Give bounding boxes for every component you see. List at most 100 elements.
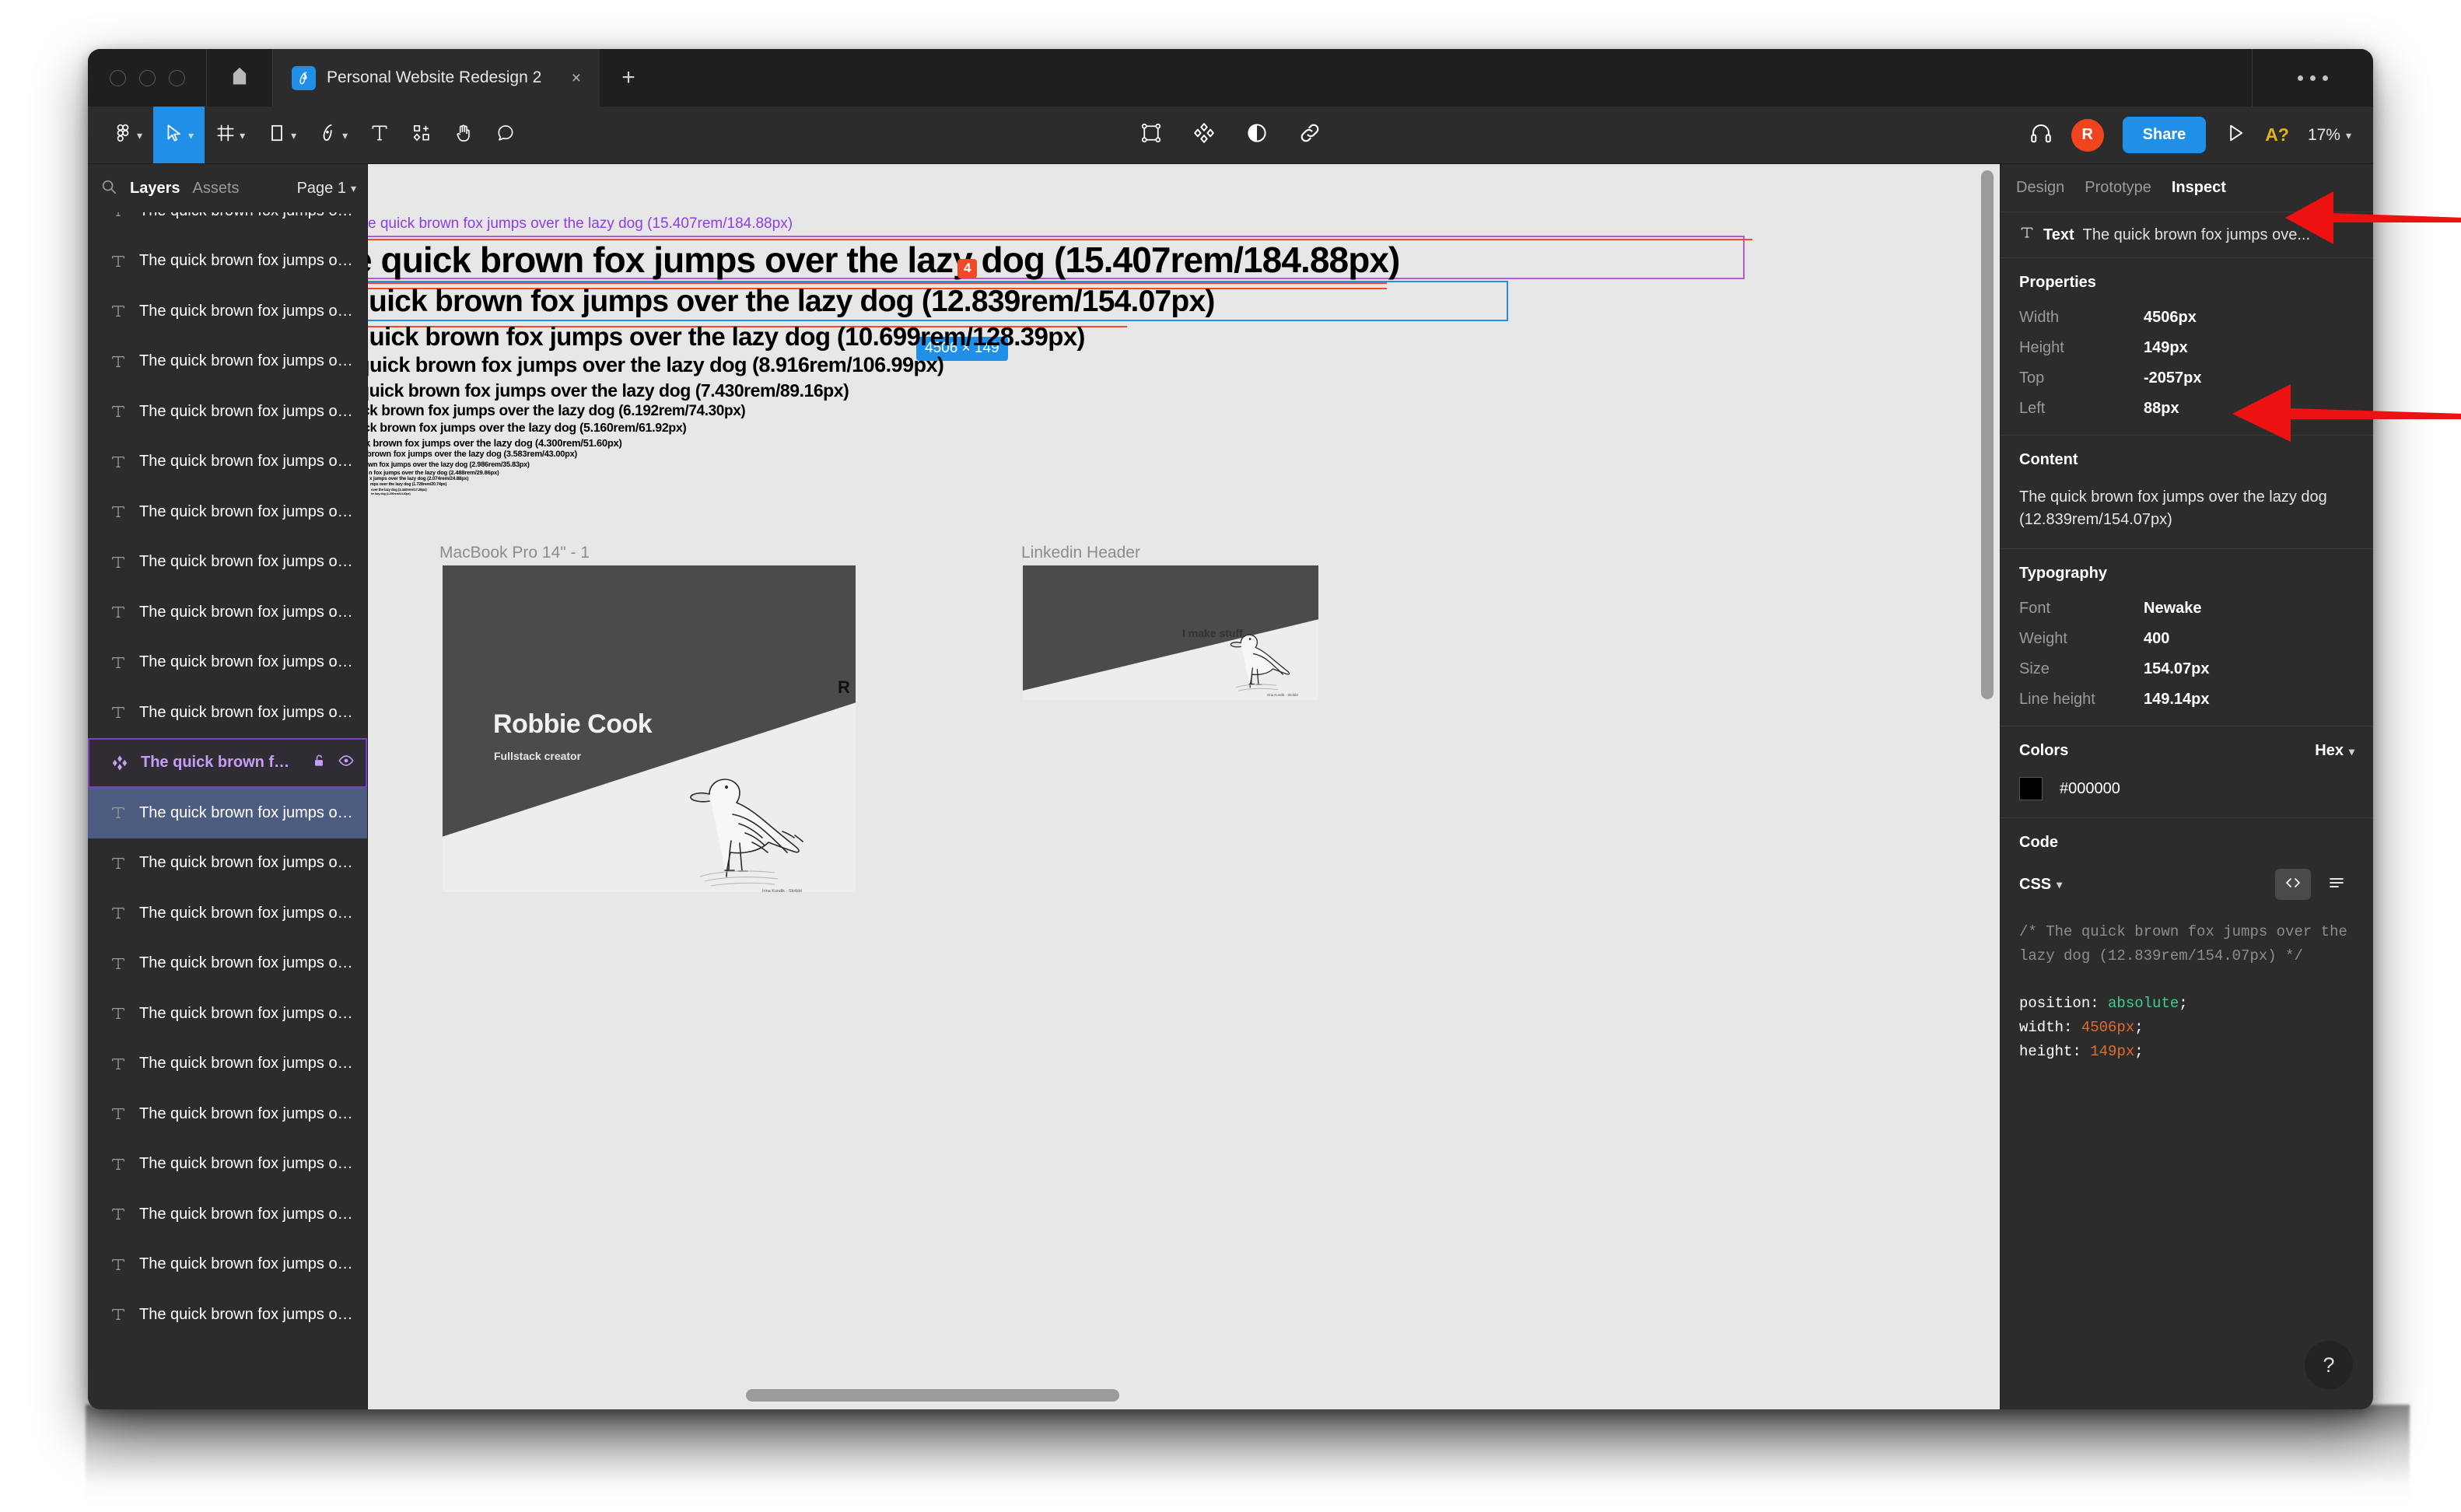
type-specimen-43[interactable]: brown fox jumps over the lazy dog (3.583… — [368, 450, 577, 459]
tab-layers[interactable]: Layers — [130, 180, 180, 198]
code-snippet[interactable]: /* The quick brown fox jumps over the la… — [2019, 920, 2354, 1064]
design-canvas[interactable]: e quick brown fox jumps over the lazy do… — [368, 164, 2000, 1409]
close-window-button[interactable] — [110, 69, 126, 86]
type-specimen-128[interactable]: quick brown fox jumps over the lazy dog … — [368, 322, 1085, 352]
type-specimen-30[interactable]: n fox jumps over the lazy dog (2.488rem/… — [369, 469, 499, 476]
frame-label-macbook[interactable]: MacBook Pro 14" - 1 — [439, 544, 590, 562]
property-value[interactable]: -2057px — [2144, 369, 2202, 387]
property-value[interactable]: 88px — [2144, 400, 2179, 418]
frame-label-linkedin[interactable]: Linkedin Header — [1021, 544, 1140, 562]
layer-row[interactable]: The quick brown fox jumps over th... — [88, 236, 367, 287]
typography-value[interactable]: Newake — [2144, 600, 2202, 618]
layer-name: The quick brown fox jumps over th... — [139, 904, 356, 922]
type-specimen-89[interactable]: quick brown fox jumps over the lazy dog … — [368, 380, 849, 401]
layer-row[interactable]: The quick brown fox jumps over th... — [88, 437, 367, 488]
layer-row[interactable]: The quick brown fox jumps over th... — [88, 1290, 367, 1340]
layer-row[interactable]: The quick brown fox jumps over th... — [88, 487, 367, 537]
layer-row[interactable]: The quick brown fox jumps over th... — [88, 212, 367, 236]
layer-row[interactable]: The quick brown fox jumps over th... — [88, 838, 367, 889]
type-specimen-21[interactable]: mps over the lazy dog (1.728rem/20.74px) — [370, 482, 446, 487]
tab-design[interactable]: Design — [2016, 179, 2064, 197]
accessibility-badge[interactable]: A? — [2265, 124, 2289, 145]
type-specimen-74[interactable]: ck brown fox jumps over the lazy dog (6.… — [368, 403, 746, 420]
frame-tool-button[interactable]: ▾ — [205, 107, 256, 163]
close-tab-button[interactable]: × — [567, 67, 586, 89]
maximize-window-button[interactable] — [169, 69, 185, 86]
layer-row[interactable]: The quick brown fox jumps over th... — [88, 1089, 367, 1139]
code-list-icon-button[interactable] — [2319, 869, 2354, 900]
search-icon[interactable] — [100, 178, 117, 199]
link-icon-button[interactable] — [1298, 121, 1322, 149]
tagline-text[interactable]: I make stuff. — [1182, 627, 1246, 639]
layer-row[interactable]: The quick brown fox jumps over th... — [88, 1139, 367, 1190]
components-tool-button[interactable] — [401, 107, 443, 163]
type-specimen-14[interactable]: he lazy dog (1.200rem/14.40px) — [371, 492, 411, 495]
layer-row[interactable]: The quick brown fox jumps over th... — [88, 989, 367, 1039]
standalone-r-text[interactable]: R — [838, 677, 850, 698]
type-specimen-25[interactable]: x jumps over the lazy dog (2.074rem/24.8… — [369, 476, 468, 481]
type-specimen-17[interactable]: over the lazy dog (1.440rem/17.28px) — [371, 488, 427, 492]
file-tab[interactable]: Personal Website Redesign 2 × — [273, 49, 600, 107]
code-brackets-icon-button[interactable] — [2275, 869, 2311, 900]
shape-tool-button[interactable]: ▾ — [256, 107, 307, 163]
hand-tool-button[interactable] — [443, 107, 485, 163]
present-icon-button[interactable] — [2225, 122, 2246, 148]
share-button[interactable]: Share — [2122, 117, 2207, 153]
layer-row[interactable]: The quick brown fox jumps over th... — [88, 1240, 367, 1290]
code-language-selector[interactable]: CSS ▾ — [2019, 876, 2062, 894]
minimize-window-button[interactable] — [139, 69, 156, 86]
layer-row[interactable]: The quick brown fox jumps over th... — [88, 387, 367, 437]
layer-row[interactable]: The quick brown fox jumps over th... — [88, 638, 367, 688]
eye-icon[interactable] — [338, 752, 355, 774]
pen-tool-button[interactable]: ▾ — [307, 107, 359, 163]
type-specimen-52[interactable]: k brown fox jumps over the lazy dog (4.3… — [368, 437, 622, 449]
type-specimen-107[interactable]: quick brown fox jumps over the lazy dog … — [368, 353, 944, 377]
layer-row[interactable]: The quick brown fox jumps over th... — [88, 1189, 367, 1240]
layer-row[interactable]: The quick brown fox jumps over th... — [88, 939, 367, 989]
layer-row[interactable]: The quick brown fox jumps over th... — [88, 337, 367, 387]
titlebar-overflow-menu-button[interactable] — [2253, 49, 2373, 107]
frame-macbook[interactable]: Robbie Cook Fullstack creator Irina Kund… — [443, 565, 856, 892]
selection-bounds-icon-button[interactable] — [1139, 121, 1163, 149]
type-specimen-62[interactable]: ck brown fox jumps over the lazy dog (5.… — [368, 422, 687, 436]
typography-value[interactable]: 149.14px — [2144, 691, 2210, 709]
content-text[interactable]: The quick brown fox jumps over the lazy … — [2019, 486, 2354, 531]
type-specimen-36[interactable]: wn fox jumps over the lazy dog (2.986rem… — [368, 460, 530, 468]
layer-row[interactable]: The quick brown fox jumps over th... — [88, 537, 367, 588]
typography-value[interactable]: 154.07px — [2144, 660, 2210, 678]
canvas-vertical-scrollbar[interactable] — [1981, 170, 1994, 699]
color-item[interactable]: #000000 — [2019, 777, 2354, 800]
tab-inspect[interactable]: Inspect — [2172, 179, 2226, 197]
text-tool-button[interactable] — [359, 107, 401, 163]
type-specimen-184[interactable]: e quick brown fox jumps over the lazy do… — [368, 239, 1400, 281]
layers-list[interactable]: The quick brown fox jumps over th... The … — [88, 212, 367, 1409]
comment-tool-button[interactable] — [485, 107, 527, 163]
unlock-icon[interactable] — [311, 753, 327, 773]
user-avatar[interactable]: R — [2071, 118, 2104, 152]
contrast-icon-button[interactable] — [1245, 121, 1269, 149]
layer-row[interactable]: The quick brown fox jum... — [88, 737, 367, 788]
property-value[interactable]: 4506px — [2144, 309, 2197, 327]
layer-row[interactable]: The quick brown fox jumps over th... — [88, 888, 367, 939]
color-format-selector[interactable]: Hex ▾ — [2315, 742, 2354, 760]
layer-row[interactable]: The quick brown fox jumps over th... — [88, 788, 367, 838]
tab-assets[interactable]: Assets — [193, 180, 240, 198]
layer-row[interactable]: The quick brown fox jumps over th... — [88, 286, 367, 337]
headphones-icon-button[interactable] — [2029, 121, 2053, 149]
property-value[interactable]: 149px — [2144, 339, 2188, 357]
frame-linkedin[interactable]: Irina Kundik - Skribbl — [1023, 565, 1318, 700]
layer-row[interactable]: The quick brown fox jumps over th... — [88, 688, 367, 738]
canvas-horizontal-scrollbar[interactable] — [746, 1389, 1119, 1402]
zoom-level-selector[interactable]: 17% ▾ — [2308, 126, 2351, 145]
new-tab-button[interactable]: + — [600, 49, 657, 107]
layer-row[interactable]: The quick brown fox jumps over th... — [88, 587, 367, 638]
page-selector[interactable]: Page 1 ▾ — [297, 180, 356, 198]
move-tool-button[interactable]: ▾ — [153, 107, 205, 163]
home-button[interactable] — [207, 49, 272, 107]
typography-value[interactable]: 400 — [2144, 630, 2169, 648]
layer-row[interactable]: The quick brown fox jumps over th... — [88, 1039, 367, 1090]
tab-prototype[interactable]: Prototype — [2085, 179, 2151, 197]
plugins-diamond-icon-button[interactable] — [1192, 121, 1216, 149]
figma-menu-icon-button[interactable]: ▾ — [102, 107, 153, 163]
help-button[interactable]: ? — [2305, 1341, 2353, 1389]
